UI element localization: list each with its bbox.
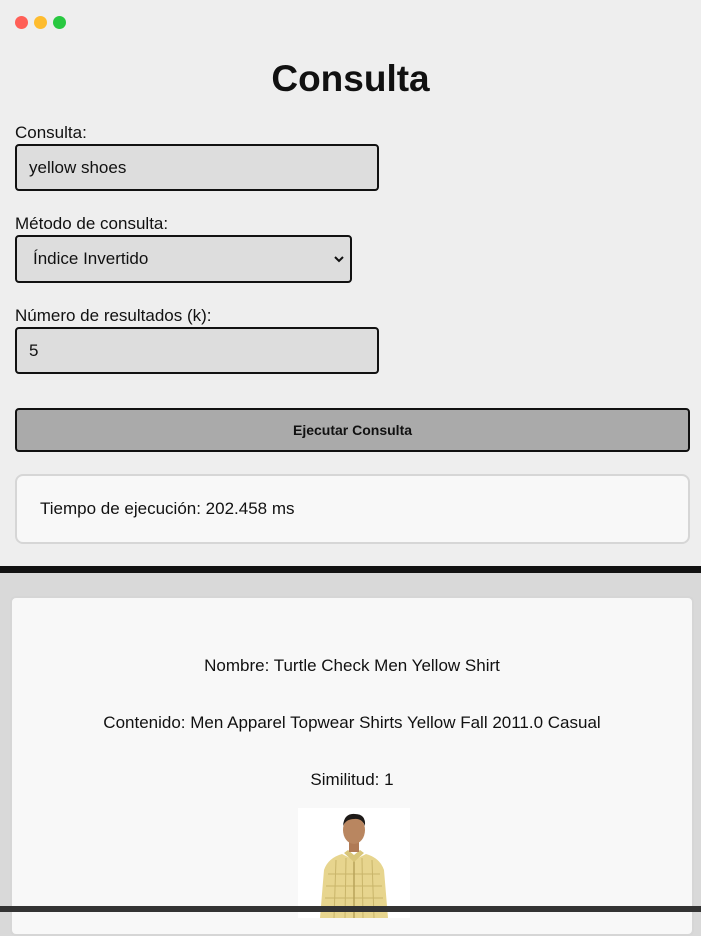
query-input-value: yellow shoes bbox=[29, 157, 127, 177]
execution-time-text: Tiempo de ejecución: 202.458 ms bbox=[40, 499, 295, 518]
result-similarity: Similitud: 1 bbox=[310, 770, 394, 789]
execution-time-box: Tiempo de ejecución: 202.458 ms bbox=[15, 474, 690, 544]
bottom-edge bbox=[0, 906, 701, 912]
maximize-window-button[interactable] bbox=[53, 16, 66, 29]
window-controls bbox=[15, 16, 66, 29]
chevron-down-icon bbox=[334, 252, 344, 266]
k-label: Número de resultados (k): bbox=[15, 306, 212, 325]
query-input[interactable]: yellow shoes bbox=[15, 144, 379, 191]
close-window-button[interactable] bbox=[15, 16, 28, 29]
method-label: Método de consulta: bbox=[15, 214, 169, 233]
section-divider bbox=[0, 566, 701, 573]
page-title: Consulta bbox=[271, 58, 430, 99]
k-input[interactable]: 5 bbox=[15, 327, 379, 374]
run-query-button[interactable]: Ejecutar Consulta bbox=[15, 408, 690, 452]
method-select[interactable]: Índice Invertido bbox=[15, 235, 352, 283]
query-label: Consulta: bbox=[15, 123, 87, 142]
result-content: Contenido: Men Apparel Topwear Shirts Ye… bbox=[103, 713, 601, 732]
method-select-value: Índice Invertido bbox=[33, 249, 149, 268]
product-photo bbox=[298, 808, 410, 918]
k-input-value: 5 bbox=[29, 340, 39, 360]
result-name: Nombre: Turtle Check Men Yellow Shirt bbox=[204, 656, 500, 675]
minimize-window-button[interactable] bbox=[34, 16, 47, 29]
query-panel: Consulta Consulta: yellow shoes Método d… bbox=[0, 0, 701, 566]
result-card: Nombre: Turtle Check Men Yellow Shirt Co… bbox=[10, 596, 694, 936]
